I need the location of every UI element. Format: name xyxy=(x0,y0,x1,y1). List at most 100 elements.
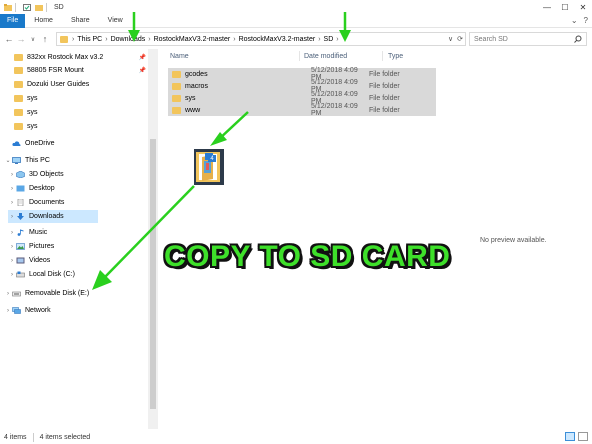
address-row: ← → ∨ ↑ › This PC › Downloads › RostockM… xyxy=(0,29,592,49)
maximize-button[interactable]: ☐ xyxy=(556,0,574,14)
nav-item-quick-access[interactable]: Dozuki User Guides xyxy=(14,78,148,91)
column-header-date[interactable]: Date modified xyxy=(304,49,347,63)
details-view-icon[interactable] xyxy=(565,432,575,441)
expand-icon[interactable]: › xyxy=(8,200,16,206)
table-row[interactable]: sys 5/12/2018 4:09 PM File folder xyxy=(168,91,436,105)
folder-icon xyxy=(14,123,23,130)
nav-item-onedrive[interactable]: OneDrive xyxy=(4,137,148,150)
scrollbar-thumb[interactable] xyxy=(150,139,156,409)
navigation-pane: 832xx Rostock Max v3.2 📌 58805 FSR Mount… xyxy=(0,49,148,429)
nav-item-quick-access[interactable]: sys xyxy=(14,120,148,133)
folder-icon xyxy=(14,67,23,74)
tab-share[interactable]: Share xyxy=(62,14,99,28)
expand-icon[interactable]: › xyxy=(8,186,16,192)
tab-view[interactable]: View xyxy=(99,14,132,28)
network-icon xyxy=(12,307,21,314)
file-name: gcodes xyxy=(185,70,208,78)
large-icons-view-icon[interactable] xyxy=(578,432,588,441)
tab-home[interactable]: Home xyxy=(25,14,62,28)
preview-pane: No preview available. xyxy=(440,49,592,429)
nav-item-quick-access[interactable]: sys xyxy=(14,106,148,119)
arrow-from-selection xyxy=(210,111,249,146)
nav-item-quick-access[interactable]: 832xx Rostock Max v3.2 📌 xyxy=(14,51,148,64)
drag-folders-icon xyxy=(186,143,234,191)
nav-item-removable-disk[interactable]: › Removable Disk (E:) xyxy=(4,287,148,300)
expand-ribbon-icon[interactable]: ⌄ xyxy=(571,16,578,25)
minimize-button[interactable]: — xyxy=(538,0,556,14)
nav-item-videos[interactable]: › Videos xyxy=(8,254,148,267)
collapse-icon[interactable]: ⌄ xyxy=(4,157,12,164)
pin-icon: 📌 xyxy=(138,55,146,61)
breadcrumb-separator: › xyxy=(318,35,321,43)
recent-locations-button[interactable]: ∨ xyxy=(27,36,39,43)
properties-icon[interactable] xyxy=(23,3,31,11)
breadcrumb-this-pc[interactable]: This PC xyxy=(77,36,102,43)
table-row[interactable]: macros 5/12/2018 4:09 PM File folder xyxy=(168,79,436,93)
address-bar[interactable]: › This PC › Downloads › RostockMaxV3.2-m… xyxy=(56,32,466,46)
nav-item-label: Local Disk (C:) xyxy=(29,271,75,278)
nav-item-desktop[interactable]: › Desktop xyxy=(8,182,148,195)
search-icon[interactable] xyxy=(574,35,582,43)
forward-button[interactable]: → xyxy=(15,34,27,44)
breadcrumb-rostock-1[interactable]: RostockMaxV3.2-master xyxy=(154,36,231,43)
expand-icon[interactable]: › xyxy=(8,172,16,178)
up-button[interactable]: ↑ xyxy=(39,34,51,44)
breadcrumb-separator: › xyxy=(105,35,108,43)
breadcrumb-separator: › xyxy=(233,35,236,43)
address-dropdown-button[interactable]: ∨ xyxy=(448,35,453,43)
column-divider[interactable] xyxy=(382,51,383,61)
nav-item-this-pc[interactable]: ⌄ This PC xyxy=(4,154,148,167)
nav-item-pictures[interactable]: › Pictures xyxy=(8,240,148,253)
nav-item-documents[interactable]: › Documents xyxy=(8,196,148,209)
nav-item-downloads[interactable]: › Downloads xyxy=(8,210,98,223)
breadcrumb-downloads[interactable]: Downloads xyxy=(111,36,146,43)
view-switcher xyxy=(565,432,588,441)
nav-item-local-disk[interactable]: › Local Disk (C:) xyxy=(8,268,148,281)
expand-icon[interactable]: › xyxy=(8,244,16,250)
expand-icon[interactable]: › xyxy=(8,272,16,278)
new-folder-icon[interactable] xyxy=(35,4,43,11)
desktop-icon xyxy=(16,185,25,192)
back-button[interactable]: ← xyxy=(3,34,15,44)
expand-icon[interactable]: › xyxy=(8,258,16,264)
nav-item-quick-access[interactable]: 58805 FSR Mount 📌 xyxy=(14,64,148,77)
nav-item-label: sys xyxy=(27,109,38,116)
title-bar: SD — ☐ ✕ xyxy=(0,0,592,14)
expand-icon[interactable]: › xyxy=(8,230,16,236)
nav-item-label: Removable Disk (E:) xyxy=(25,290,90,297)
selected-count: 4 items selected xyxy=(39,433,91,441)
column-divider[interactable] xyxy=(299,51,300,61)
nav-item-label: Videos xyxy=(29,257,51,264)
table-row[interactable]: www 5/12/2018 4:09 PM File folder xyxy=(168,103,436,117)
close-button[interactable]: ✕ xyxy=(574,0,592,14)
nav-item-music[interactable]: › Music xyxy=(8,226,148,239)
item-count: 4 items xyxy=(4,433,27,441)
expand-icon[interactable]: › xyxy=(8,214,16,220)
column-header-type[interactable]: Type xyxy=(388,49,403,63)
folder-icon xyxy=(4,3,12,11)
video-icon xyxy=(16,257,25,264)
help-button[interactable]: ? xyxy=(584,16,588,25)
nav-item-3d-objects[interactable]: › 3D Objects xyxy=(8,168,148,181)
nav-item-network[interactable]: › Network xyxy=(4,304,148,317)
nav-pane-scrollbar[interactable] xyxy=(148,49,158,429)
breadcrumb-sd[interactable]: SD xyxy=(324,36,334,43)
search-placeholder: Search SD xyxy=(474,35,508,43)
cloud-icon xyxy=(12,141,21,146)
table-row[interactable]: gcodes 5/12/2018 4:09 PM File folder xyxy=(168,67,436,81)
file-name: sys xyxy=(185,94,196,102)
nav-item-quick-access[interactable]: sys xyxy=(14,92,148,105)
nav-item-label: 3D Objects xyxy=(29,171,64,178)
nav-item-label: sys xyxy=(27,95,38,102)
expand-icon[interactable]: › xyxy=(4,308,12,314)
column-header-name[interactable]: Name xyxy=(170,49,189,63)
tab-file[interactable]: File xyxy=(0,13,26,28)
drag-count-badge: 4 xyxy=(208,155,216,162)
folder-icon xyxy=(14,95,23,102)
refresh-button[interactable]: ⟳ xyxy=(457,35,463,43)
search-input[interactable]: Search SD xyxy=(469,32,587,46)
expand-icon[interactable]: › xyxy=(4,291,12,297)
nav-item-label: Downloads xyxy=(29,213,64,220)
breadcrumb-rostock-2[interactable]: RostockMaxV3.2-master xyxy=(239,36,316,43)
cube-icon xyxy=(16,171,25,178)
